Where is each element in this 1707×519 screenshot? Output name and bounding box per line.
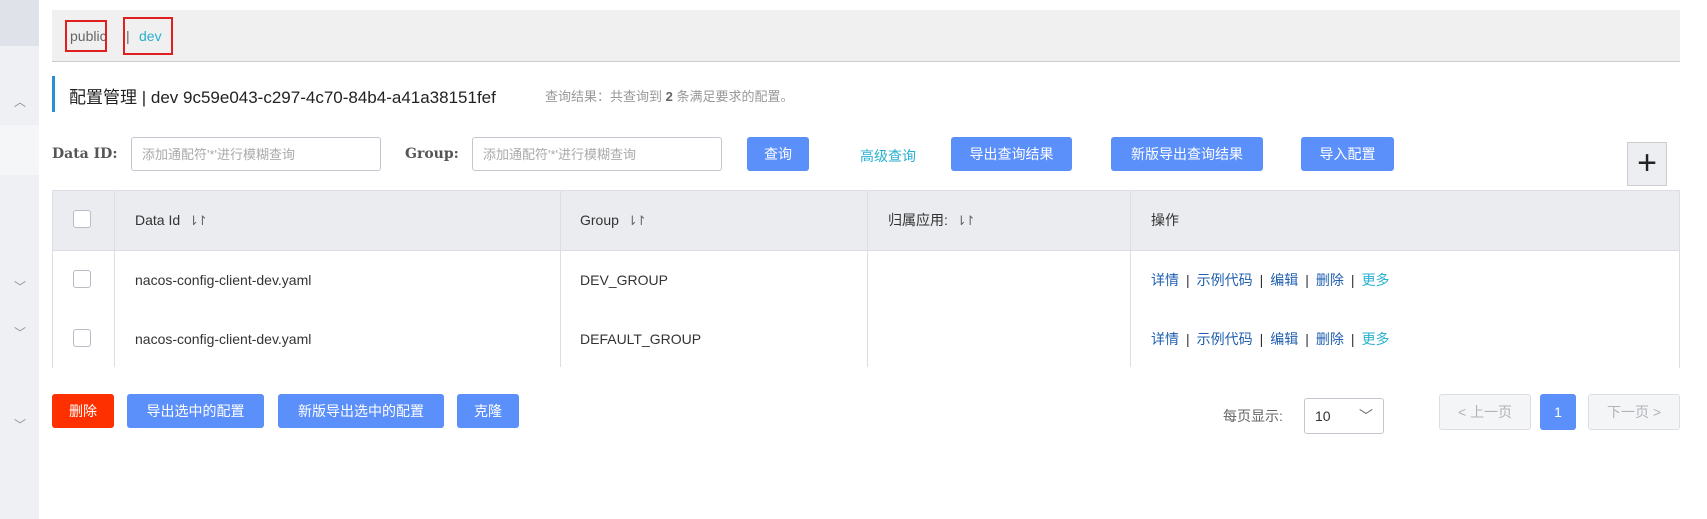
namespace-dev[interactable]: dev xyxy=(123,17,173,55)
page-size-select[interactable]: 10 ﹀ xyxy=(1304,398,1384,434)
page-title: 配置管理 | dev 9c59e043-c297-4c70-84b4-a41a3… xyxy=(69,88,496,107)
sample-code-link[interactable]: 示例代码 xyxy=(1197,272,1253,288)
row-actions: 详情 | 示例代码 | 编辑 | 删除 | 更多 xyxy=(1151,331,1390,347)
query-button[interactable]: 查询 xyxy=(747,137,809,171)
row-group: DEFAULT_GROUP xyxy=(580,331,702,347)
new-export-selected-button[interactable]: 新版导出选中的配置 xyxy=(278,394,444,428)
data-id-input[interactable] xyxy=(131,137,381,171)
edit-link[interactable]: 编辑 xyxy=(1270,331,1298,347)
row-actions: 详情 | 示例代码 | 编辑 | 删除 | 更多 xyxy=(1151,272,1390,288)
row-data-id: nacos-config-client-dev.yaml xyxy=(135,331,312,347)
group-input[interactable] xyxy=(472,137,722,171)
row-group: DEV_GROUP xyxy=(580,272,668,288)
chevron-up-icon[interactable]: ︿ xyxy=(12,94,28,110)
bulk-delete-button[interactable]: 删除 xyxy=(52,394,114,428)
namespace-bar: public | dev xyxy=(52,10,1680,62)
sidebar-header xyxy=(0,0,39,46)
sidebar-item-selected[interactable] xyxy=(0,125,39,175)
column-divider xyxy=(560,191,561,367)
plus-icon[interactable]: + xyxy=(1627,142,1667,186)
advanced-query-link[interactable]: 高级查询 xyxy=(860,146,916,166)
sample-code-link[interactable]: 示例代码 xyxy=(1197,331,1253,347)
next-page-button[interactable]: 下一页 > xyxy=(1588,394,1680,430)
page-size-value: 10 xyxy=(1315,408,1331,424)
row-checkbox[interactable] xyxy=(73,329,91,347)
column-divider xyxy=(867,191,868,367)
column-divider xyxy=(114,191,115,367)
page-number-current[interactable]: 1 xyxy=(1540,394,1576,430)
chevron-down-icon: ﹀ xyxy=(1359,408,1373,424)
row-data-id: nacos-config-client-dev.yaml xyxy=(135,272,312,288)
new-export-query-button[interactable]: 新版导出查询结果 xyxy=(1111,137,1263,171)
delete-link[interactable]: 删除 xyxy=(1316,272,1344,288)
group-label: Group: xyxy=(405,146,459,162)
chevron-down-icon[interactable]: ﹀ xyxy=(12,417,28,433)
edit-link[interactable]: 编辑 xyxy=(1270,272,1298,288)
export-query-button[interactable]: 导出查询结果 xyxy=(951,137,1072,171)
table-row: nacos-config-client-dev.yaml DEFAULT_GRO… xyxy=(53,310,1679,369)
query-result-summary: 查询结果：共查询到 2 条满足要求的配置。 xyxy=(545,89,794,104)
column-header-app[interactable]: 归属应用: ⇂↾ xyxy=(888,191,976,250)
export-selected-button[interactable]: 导出选中的配置 xyxy=(127,394,264,428)
chevron-down-icon[interactable]: ﹀ xyxy=(12,279,28,295)
prev-page-button[interactable]: < 上一页 xyxy=(1439,394,1531,430)
detail-link[interactable]: 详情 xyxy=(1151,272,1179,288)
select-all-checkbox[interactable] xyxy=(73,210,91,228)
clone-button[interactable]: 克隆 xyxy=(457,394,519,428)
page-size-label: 每页显示: xyxy=(1223,408,1283,424)
column-header-group[interactable]: Group ⇂↾ xyxy=(580,191,647,250)
sort-icon[interactable]: ⇂↾ xyxy=(188,213,208,228)
data-id-label: Data ID: xyxy=(52,146,118,162)
sort-icon[interactable]: ⇂↾ xyxy=(956,213,976,228)
delete-link[interactable]: 删除 xyxy=(1316,331,1344,347)
page-header: 配置管理 | dev 9c59e043-c297-4c70-84b4-a41a3… xyxy=(52,76,794,112)
sort-icon[interactable]: ⇂↾ xyxy=(627,213,647,228)
column-header-actions: 操作 xyxy=(1151,212,1179,228)
more-link[interactable]: 更多 xyxy=(1362,272,1390,288)
table-header: Data Id ⇂↾ Group ⇂↾ 归属应用: ⇂↾ 操作 xyxy=(53,191,1679,251)
detail-link[interactable]: 详情 xyxy=(1151,331,1179,347)
namespace-public[interactable]: public xyxy=(65,20,107,52)
column-divider xyxy=(1130,191,1131,367)
table-row: nacos-config-client-dev.yaml DEV_GROUP 详… xyxy=(53,251,1679,311)
config-table: Data Id ⇂↾ Group ⇂↾ 归属应用: ⇂↾ 操作 nacos-confi… xyxy=(52,190,1680,369)
import-config-button[interactable]: 导入配置 xyxy=(1301,137,1394,171)
chevron-down-icon[interactable]: ﹀ xyxy=(12,325,28,341)
row-checkbox[interactable] xyxy=(73,270,91,288)
more-link[interactable]: 更多 xyxy=(1362,331,1390,347)
column-header-data-id[interactable]: Data Id ⇂↾ xyxy=(135,191,208,250)
sidebar: ︿ ﹀ ﹀ ﹀ xyxy=(0,0,39,519)
